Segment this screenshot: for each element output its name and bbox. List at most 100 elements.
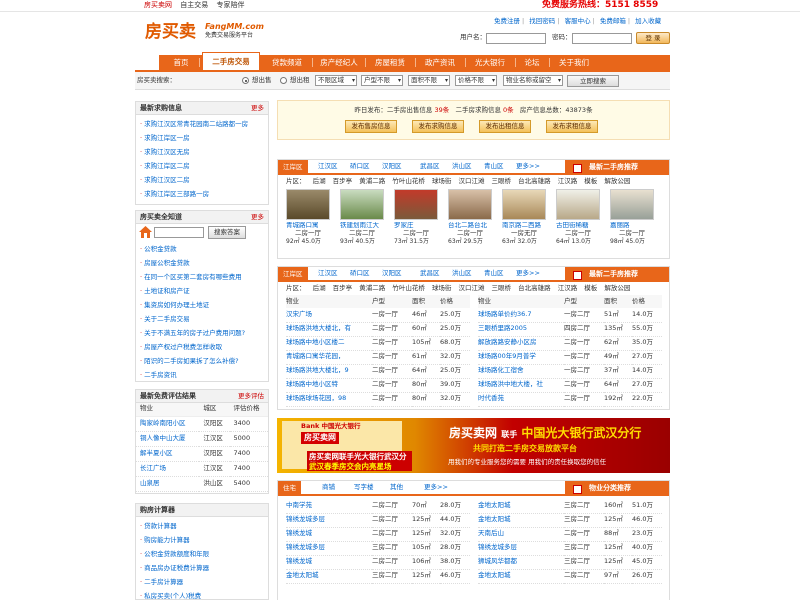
- area-link[interactable]: 解放公园: [604, 284, 630, 292]
- area-link[interactable]: 台北高雄路: [518, 177, 551, 185]
- tab-district[interactable]: 江岸区: [278, 267, 308, 282]
- calc-item[interactable]: 二手房计算器: [140, 575, 268, 589]
- table-row[interactable]: 金地太阳城 三房二厅 160㎡ 51.0万: [478, 499, 662, 514]
- site-name-link[interactable]: 房买卖网: [144, 1, 172, 9]
- nav-forum[interactable]: 论坛: [518, 55, 546, 70]
- latest-item[interactable]: 求购江汉区常青花园南二站路都一房: [140, 117, 268, 131]
- table-row[interactable]: 锦绣龙城 二房二厅 106㎡ 38.0万: [286, 555, 470, 570]
- table-row[interactable]: 时代香苑 二房一厅 192㎡ 22.0万: [478, 392, 662, 407]
- table-row[interactable]: 球场路中地小区特 二房一厅 80㎡ 39.0万: [286, 378, 470, 393]
- listing-photo[interactable]: [556, 189, 600, 220]
- listing-photo[interactable]: [286, 189, 330, 220]
- listing-card[interactable]: 台北二路台北 二房一厅 63㎡ 29.5万: [448, 189, 492, 245]
- table-row[interactable]: 山泉居 洪山区 5400: [136, 476, 268, 492]
- area-link[interactable]: 百步亭: [333, 284, 353, 292]
- nav-second-hand[interactable]: 二手房交易: [202, 52, 260, 70]
- table-row[interactable]: 三眼桥里路2005 四房二厅 135㎡ 55.0万: [478, 322, 662, 337]
- search-answer-button[interactable]: 搜索答案: [208, 226, 246, 239]
- add-favorite-link[interactable]: 加入收藏: [635, 17, 661, 25]
- tab-district[interactable]: 武昌区: [420, 269, 440, 278]
- free-mail-link[interactable]: 免费邮箱: [600, 17, 626, 25]
- knowledge-item[interactable]: 房屋产权过户税费怎样收取: [140, 340, 268, 354]
- table-row[interactable]: 球场路洪地大楼北，9 二房一厅 64㎡ 25.0万: [286, 364, 470, 379]
- size-select[interactable]: 面积不限: [408, 75, 450, 86]
- table-row[interactable]: 金地太阳城 三房二厅 125㎡ 46.0万: [478, 513, 662, 528]
- area-link[interactable]: 后湖: [313, 284, 326, 292]
- username-input[interactable]: [486, 33, 546, 44]
- latest-item[interactable]: 求购江岸区三部路一房: [140, 187, 268, 201]
- knowledge-item[interactable]: 关于二手房交易: [140, 312, 268, 326]
- recover-password-link[interactable]: 找回密码: [529, 17, 555, 25]
- table-row[interactable]: 狮城风华都都 三房二厅 125㎡ 45.0万: [478, 555, 662, 570]
- table-row[interactable]: 中南学苑 二房二厅 70㎡ 28.0万: [286, 499, 470, 514]
- area-link[interactable]: 球场街: [432, 284, 452, 292]
- listing-card[interactable]: 罗家庄 二房一厅 73㎡ 31.5万: [394, 189, 438, 245]
- help-center-link[interactable]: 客服中心: [565, 17, 591, 25]
- knowledge-item[interactable]: 房屋公积金贷款: [140, 256, 268, 270]
- listing-card[interactable]: 古田街稀糖 二房一厅 64㎡ 13.0万: [556, 189, 600, 245]
- latest-item[interactable]: 求购江岸区一房: [140, 131, 268, 145]
- publish-wanted-button[interactable]: 发布求购信息: [412, 120, 464, 133]
- area-link[interactable]: 黄浦二路: [359, 177, 385, 185]
- price-select[interactable]: 价格不限: [455, 75, 497, 86]
- table-row[interactable]: 球场路中地小区楼二 二房一厅 105㎡ 68.0万: [286, 336, 470, 351]
- area-link[interactable]: 台北高雄路: [518, 284, 551, 292]
- area-link[interactable]: 模板: [584, 177, 597, 185]
- calc-item[interactable]: 贷款计算器: [140, 519, 268, 533]
- tab-district[interactable]: 青山区: [484, 269, 504, 278]
- tab-district[interactable]: 洪山区: [452, 162, 472, 171]
- publish-rent-wanted-button[interactable]: 发布求租信息: [546, 120, 598, 133]
- table-row[interactable]: 球场路洪地大楼北，有 二房一厅 60㎡ 25.0万: [286, 322, 470, 337]
- listing-card[interactable]: 嘉丽路 二房一厅 98㎡ 45.0万: [610, 189, 654, 245]
- table-row[interactable]: 解半夏小区 汉阳区 7400: [136, 446, 268, 462]
- knowledge-item[interactable]: 土地证和房产证: [140, 284, 268, 298]
- knowledge-item[interactable]: 公积金贷款: [140, 242, 268, 256]
- table-row[interactable]: 锦绣龙城 二房二厅 125㎡ 32.0万: [286, 527, 470, 542]
- publish-sale-button[interactable]: 发布售房信息: [345, 120, 397, 133]
- listing-photo[interactable]: [394, 189, 438, 220]
- listing-photo[interactable]: [610, 189, 654, 220]
- calc-item[interactable]: 私房买卖(个人)税费: [140, 589, 268, 600]
- table-row[interactable]: 球场路化工宿舍 一房二厅 37㎡ 14.0万: [478, 364, 662, 379]
- knowledge-item[interactable]: 在同一个区买第二套房有哪些费用: [140, 270, 268, 284]
- nav-rental[interactable]: 房屋租赁: [368, 55, 412, 70]
- area-link[interactable]: 百步亭: [333, 177, 353, 185]
- password-input[interactable]: [572, 33, 632, 44]
- knowledge-search-input[interactable]: [154, 227, 204, 238]
- knowledge-item[interactable]: 关于不满五年的房子过户费用问题?: [140, 326, 268, 340]
- listing-photo[interactable]: [448, 189, 492, 220]
- tab-district[interactable]: 汉阳区: [382, 162, 402, 171]
- table-row[interactable]: 球场路洪中地大楼，社 二房一厅 64㎡ 27.0万: [478, 378, 662, 393]
- table-row[interactable]: 球场路00年9月普学 一房二厅 49㎡ 27.0万: [478, 350, 662, 365]
- knowledge-item[interactable]: 陌识的二手房如果拆了怎么补偿?: [140, 354, 268, 368]
- calc-item[interactable]: 购房能力计算器: [140, 533, 268, 547]
- latest-item[interactable]: 求购江汉区二房: [140, 173, 268, 187]
- table-row[interactable]: 锦绣龙城多层 三房二厅 125㎡ 40.0万: [478, 541, 662, 556]
- estimate-more-link[interactable]: 更多评估: [238, 390, 264, 403]
- area-link[interactable]: 江汉路: [558, 177, 578, 185]
- tab-district[interactable]: 汉阳区: [382, 269, 402, 278]
- tab-district[interactable]: 硚口区: [350, 162, 370, 171]
- tab-shops[interactable]: 商铺: [322, 483, 335, 492]
- register-link[interactable]: 免费注册: [494, 17, 520, 25]
- login-button[interactable]: 登 录: [636, 32, 670, 44]
- nav-loans[interactable]: 贷款频道: [265, 55, 309, 70]
- area-link[interactable]: 汉口江滩: [458, 284, 484, 292]
- site-logo[interactable]: 房买卖 FangMM.com 免费交易服务平台: [145, 22, 264, 42]
- table-row[interactable]: 铜人像中山大厦 江汉区 5000: [136, 431, 268, 447]
- nav-about[interactable]: 关于我们: [552, 55, 596, 70]
- tab-more[interactable]: 更多>>: [424, 483, 448, 492]
- type-select[interactable]: 户型不限: [361, 75, 403, 86]
- calc-item[interactable]: 商品房办证税费计算器: [140, 561, 268, 575]
- tab-offices[interactable]: 写字楼: [354, 483, 374, 492]
- nav-bank[interactable]: 光大银行: [468, 55, 512, 70]
- listing-card[interactable]: 南京路二西路 一房无厅 63㎡ 32.0万: [502, 189, 546, 245]
- latest-item[interactable]: 求购江岸区二房: [140, 159, 268, 173]
- table-row[interactable]: 锦绣龙城多层 三房二厅 105㎡ 28.0万: [286, 541, 470, 556]
- table-row[interactable]: 汉宋广场 一房一厅 46㎡ 25.0万: [286, 308, 470, 323]
- area-link[interactable]: 黄浦二路: [359, 284, 385, 292]
- table-row[interactable]: 解放路路安静小区房 二房一厅 62㎡ 35.0万: [478, 336, 662, 351]
- tab-district[interactable]: 青山区: [484, 162, 504, 171]
- area-link[interactable]: 竹叶山花桥: [392, 284, 425, 292]
- area-link[interactable]: 后湖: [313, 177, 326, 185]
